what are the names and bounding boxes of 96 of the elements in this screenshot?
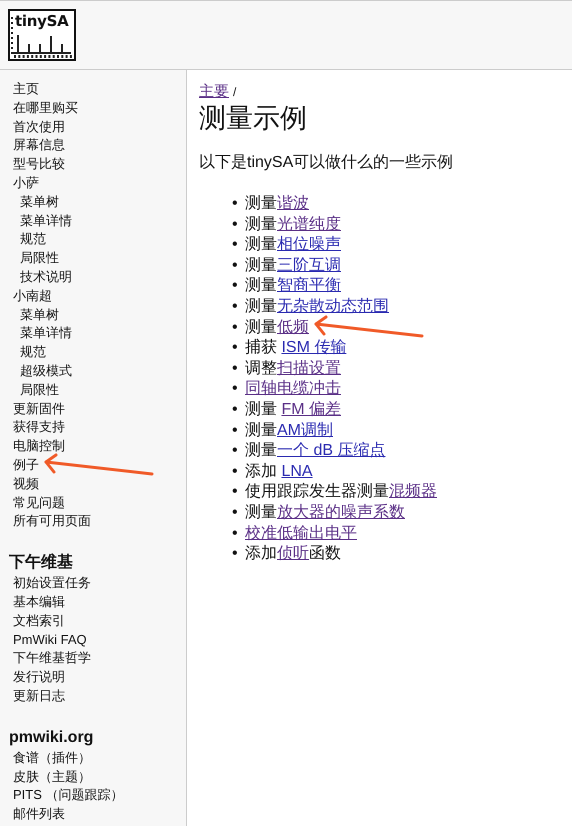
- nav-link[interactable]: 食谱（插件）: [13, 750, 91, 765]
- example-text: 测量: [245, 504, 277, 521]
- example-text: 添加: [245, 462, 278, 480]
- nav-link[interactable]: 文档索引: [13, 612, 65, 628]
- example-link[interactable]: 谐波: [277, 195, 309, 212]
- example-link[interactable]: 一个 dB 压缩点: [277, 442, 386, 460]
- nav-link[interactable]: 基本编辑: [13, 594, 65, 609]
- nav-link[interactable]: 菜单树: [20, 306, 59, 322]
- nav-link[interactable]: 屏幕信息: [13, 137, 65, 152]
- bullet: •: [232, 296, 239, 317]
- sidebar-heading: pmwiki.org: [9, 728, 94, 748]
- breadcrumb-link[interactable]: 主要: [199, 82, 229, 102]
- nav-link[interactable]: 超级模式: [20, 362, 72, 378]
- example-text: 测量: [245, 442, 277, 460]
- bullet: •: [232, 235, 239, 256]
- nav-link[interactable]: PITS （问题跟踪）: [13, 787, 124, 802]
- example-link[interactable]: 光谱纯度: [277, 216, 341, 233]
- nav-link[interactable]: 常见问题: [13, 494, 65, 510]
- nav-link[interactable]: 更新日志: [13, 688, 65, 703]
- example-link[interactable]: 低频: [277, 318, 309, 336]
- example-text: 测量: [245, 216, 277, 233]
- example-text: 测量: [245, 318, 277, 336]
- nav-link[interactable]: 在哪里购买: [13, 100, 78, 115]
- example-link[interactable]: 三阶互调: [277, 256, 341, 274]
- bullet: •: [232, 194, 239, 214]
- nav-link[interactable]: 主页: [13, 81, 39, 96]
- bullet: •: [232, 544, 239, 564]
- nav-link[interactable]: 菜单详情: [20, 212, 72, 228]
- example-link[interactable]: LNA: [281, 462, 313, 480]
- breadcrumb-separator: /: [233, 84, 236, 101]
- example-link[interactable]: 校准低输出电平: [245, 524, 357, 542]
- bullet: •: [232, 276, 239, 296]
- nav-link[interactable]: 例子: [13, 456, 39, 472]
- nav-link[interactable]: 获得支持: [13, 419, 65, 434]
- nav-link[interactable]: 发行说明: [13, 669, 65, 684]
- intro-text: 以下是tinySA可以做什么的一些示例: [199, 152, 454, 173]
- nav-link[interactable]: PmWiki FAQ: [13, 632, 87, 647]
- nav-link[interactable]: 小萨: [13, 174, 39, 190]
- nav-link[interactable]: 规范: [20, 344, 46, 360]
- bullet: •: [232, 462, 239, 482]
- bullet: •: [232, 441, 239, 462]
- example-text: 测量: [245, 256, 277, 274]
- example-text: 测量: [245, 236, 277, 254]
- example-link[interactable]: 无杂散动态范围: [277, 298, 389, 315]
- bullet: •: [232, 502, 239, 523]
- nav-link[interactable]: 初始设置任务: [13, 575, 91, 590]
- bullet: •: [232, 358, 239, 379]
- example-link[interactable]: 扫描设置: [277, 360, 341, 377]
- example-link[interactable]: FM 偏差: [281, 400, 341, 418]
- example-text: 添加: [245, 545, 277, 562]
- bullet: •: [232, 482, 239, 502]
- bullet: •: [232, 338, 239, 358]
- example-link[interactable]: 放大器的噪声系数: [277, 504, 405, 521]
- example-link[interactable]: AM调制: [277, 422, 333, 439]
- example-link[interactable]: 智商平衡: [277, 277, 341, 294]
- bullet: •: [232, 420, 239, 441]
- nav-link[interactable]: 规范: [20, 231, 46, 246]
- nav-link[interactable]: 型号比较: [13, 156, 65, 172]
- example-text: 测量: [245, 400, 278, 418]
- nav-link[interactable]: 邮件列表: [13, 806, 65, 822]
- nav-link[interactable]: 技术说明: [20, 268, 72, 284]
- example-text: 测量: [245, 422, 277, 439]
- example-link[interactable]: 相位噪声: [277, 236, 341, 254]
- nav-link[interactable]: 小南超: [13, 288, 52, 303]
- nav-link[interactable]: 电脑控制: [13, 438, 65, 454]
- bullet: •: [232, 256, 239, 276]
- bullet: •: [232, 379, 239, 400]
- sidebar-heading: 下午维基: [9, 553, 74, 574]
- example-text: 测量: [245, 298, 277, 315]
- logo-text: tinySA: [15, 12, 68, 30]
- nav-link[interactable]: 菜单树: [20, 194, 59, 209]
- example-text: 调整: [245, 360, 277, 377]
- example-link[interactable]: 侦听: [277, 545, 309, 562]
- example-text: 测量: [245, 195, 277, 212]
- bullet: •: [232, 318, 239, 338]
- example-link[interactable]: 混频器: [389, 483, 437, 500]
- nav-link[interactable]: 首次使用: [13, 118, 65, 134]
- page-title: 测量示例: [199, 102, 308, 134]
- example-text: 使用跟踪发生器测量: [245, 483, 389, 500]
- nav-link[interactable]: 更新固件: [13, 400, 65, 416]
- example-text: 函数: [309, 545, 341, 562]
- example-link[interactable]: 同轴电缆冲击: [245, 380, 341, 398]
- nav-link[interactable]: 所有可用页面: [13, 513, 91, 528]
- example-text: 测量: [245, 277, 277, 294]
- bullet: •: [232, 400, 239, 420]
- nav-link[interactable]: 局限性: [20, 250, 59, 266]
- logo[interactable]: tinySA: [8, 9, 76, 61]
- bullet: •: [232, 214, 239, 235]
- nav-link[interactable]: 局限性: [20, 382, 59, 397]
- nav-link[interactable]: 下午维基哲学: [13, 650, 91, 666]
- nav-link[interactable]: 菜单详情: [20, 325, 72, 340]
- nav-link[interactable]: 皮肤（主题）: [13, 768, 91, 784]
- nav-link[interactable]: 视频: [13, 476, 39, 491]
- example-link[interactable]: ISM 传输: [281, 339, 346, 356]
- bullet: •: [232, 524, 239, 544]
- example-text: 捕获: [245, 339, 278, 356]
